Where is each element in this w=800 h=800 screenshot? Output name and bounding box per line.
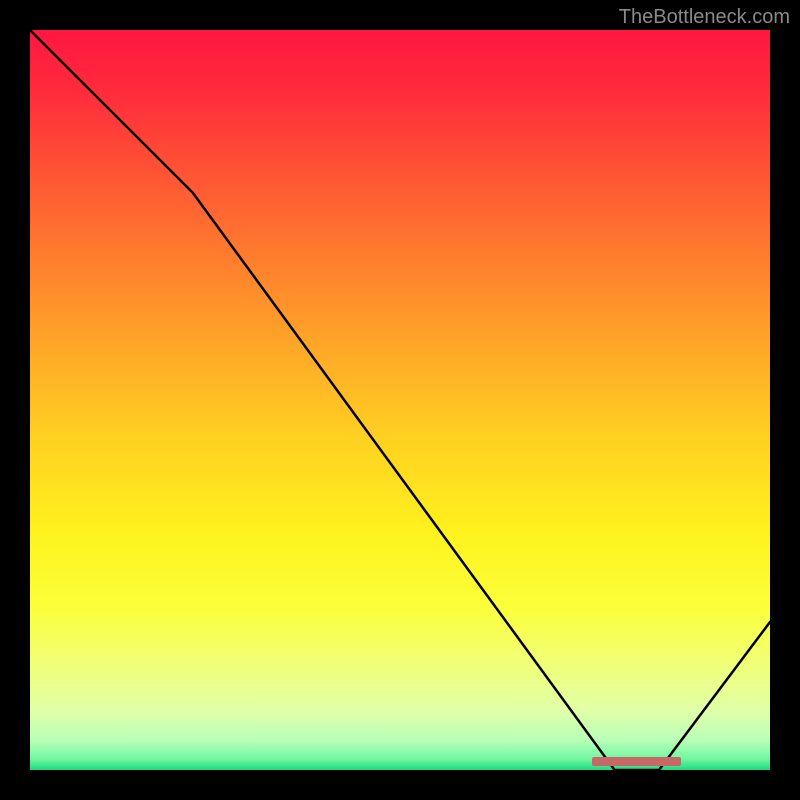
optimal-range-marker (592, 757, 681, 766)
chart-area (30, 30, 770, 770)
bottleneck-curve (30, 30, 770, 770)
watermark-text: TheBottleneck.com (619, 6, 790, 29)
